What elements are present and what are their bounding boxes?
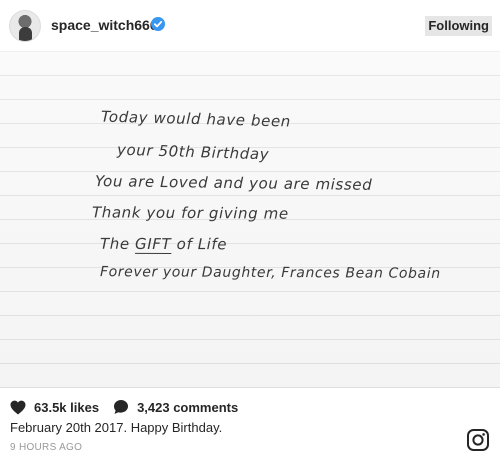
note-line-5-start: The bbox=[99, 234, 136, 253]
note-line-3: You are Loved and you are missed bbox=[94, 172, 373, 194]
instagram-logo-icon[interactable] bbox=[466, 428, 490, 452]
comment-bubble-icon[interactable] bbox=[113, 399, 129, 415]
username[interactable]: space_witch666 bbox=[51, 17, 158, 33]
likes-count[interactable]: 63.5k likes bbox=[34, 400, 99, 415]
handwritten-note: Today would have been your 50th Birthday… bbox=[0, 52, 500, 388]
note-line-2: your 50th Birthday bbox=[116, 140, 270, 164]
post-header: space_witch666 Following bbox=[0, 0, 500, 52]
heart-icon[interactable] bbox=[10, 400, 26, 415]
verified-badge-icon bbox=[151, 17, 165, 31]
comments-count[interactable]: 3,423 comments bbox=[137, 400, 238, 415]
following-button[interactable]: Following bbox=[425, 16, 492, 36]
note-line-1: Today would have been bbox=[100, 107, 292, 131]
post-caption: February 20th 2017. Happy Birthday. bbox=[10, 420, 223, 435]
note-line-6: Forever your Daughter, Frances Bean Coba… bbox=[99, 264, 441, 282]
engagement-row: 63.5k likes 3,423 comments bbox=[10, 398, 238, 416]
post-image: Today would have been your 50th Birthday… bbox=[0, 52, 500, 388]
note-gift-word: GIFT bbox=[135, 234, 172, 254]
note-line-5-end: of Life bbox=[171, 235, 228, 254]
note-line-4: Thank you for giving me bbox=[91, 203, 289, 223]
note-line-5: The GIFT of Life bbox=[100, 235, 227, 253]
post-timestamp[interactable]: 9 HOURS AGO bbox=[10, 442, 82, 453]
avatar[interactable] bbox=[9, 10, 41, 42]
